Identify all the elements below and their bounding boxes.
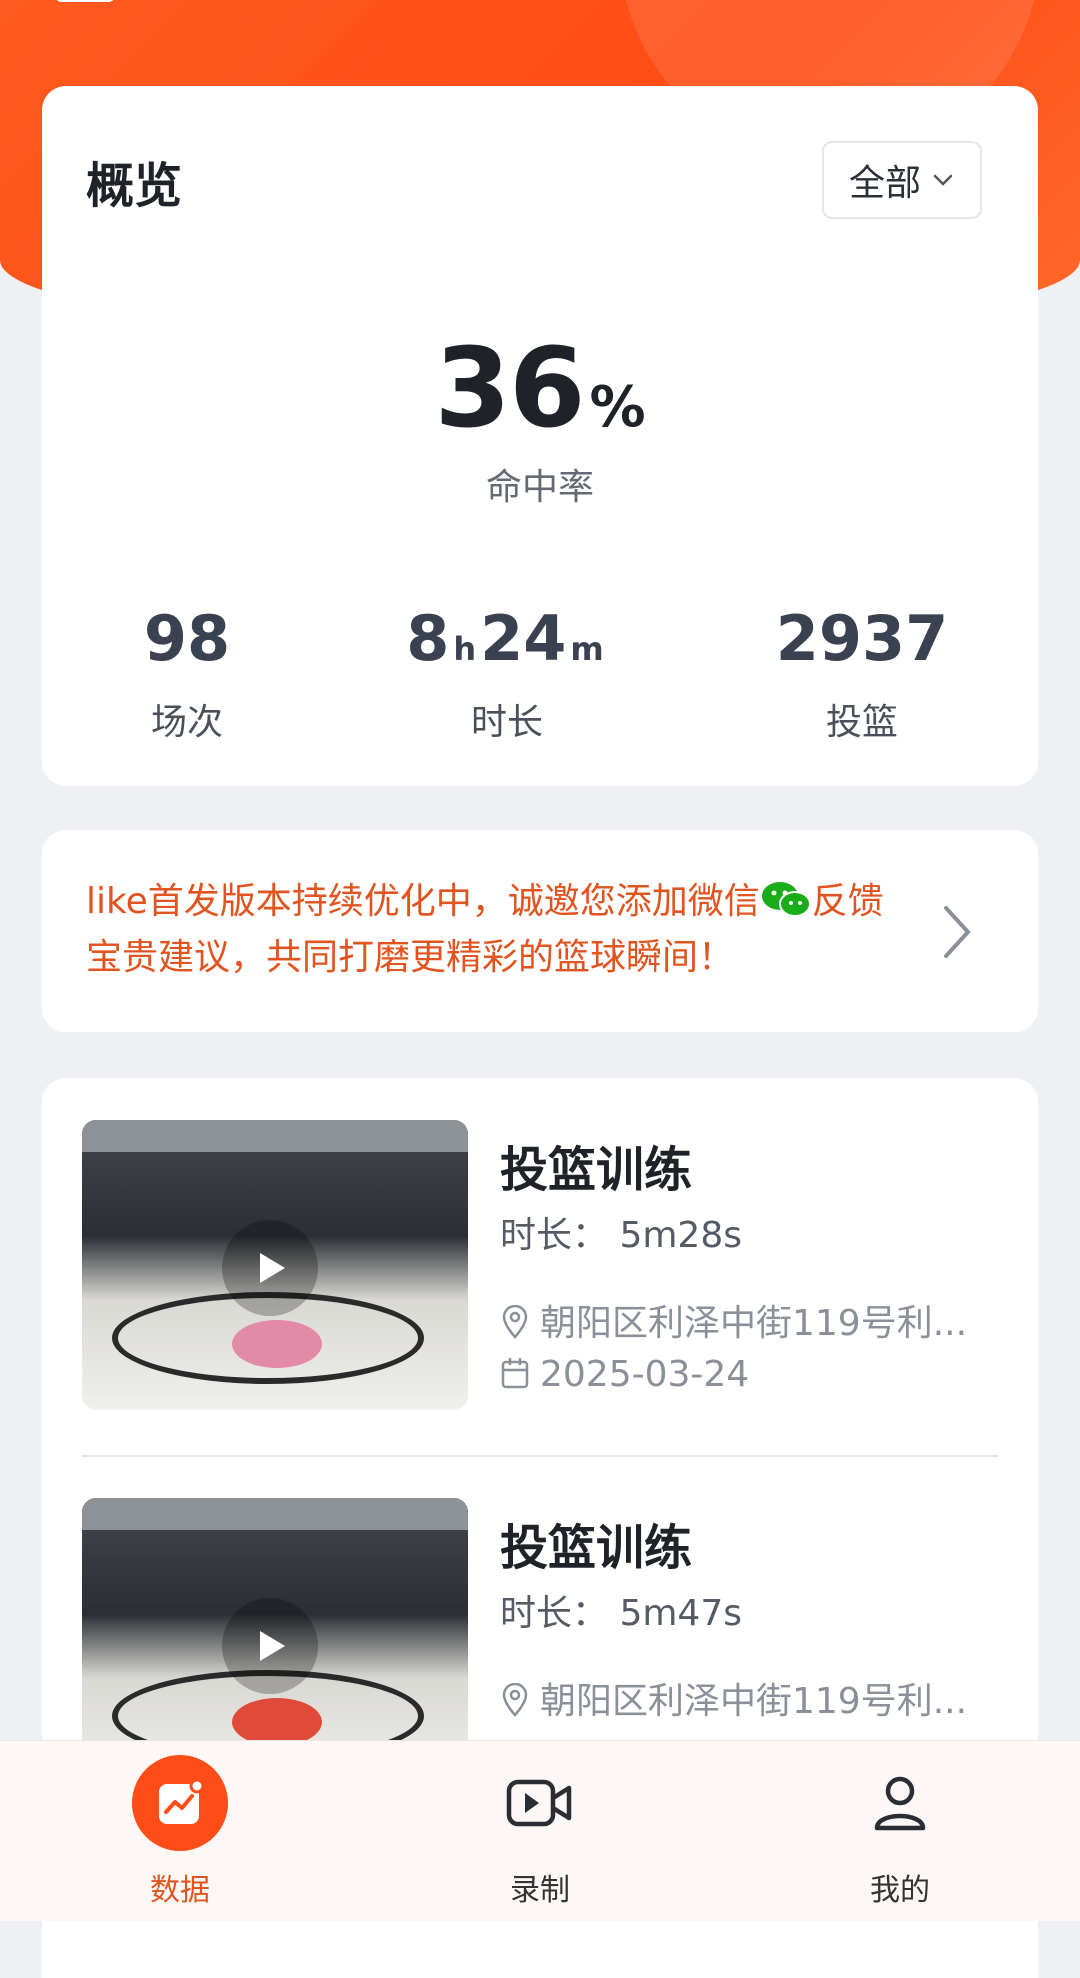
duration-label: 时长 — [470, 702, 543, 743]
hit-rate-label: 命中率 — [485, 467, 594, 508]
location-text: 朝阳区利泽中街119号利... — [540, 1303, 968, 1344]
video-thumbnail[interactable] — [82, 1120, 468, 1410]
games-label: 场次 — [150, 702, 223, 743]
shots-label: 投篮 — [825, 702, 898, 743]
tab-profile[interactable]: 我的 — [800, 1755, 1000, 1909]
chart-icon — [132, 1755, 228, 1851]
duration-hours-unit: h — [453, 630, 477, 668]
session-date: 2025-03-24 — [500, 1354, 749, 1395]
location-text: 朝阳区利泽中街119号利... — [540, 1681, 968, 1722]
overview-title: 概览 — [86, 158, 183, 214]
date-text: 2025-03-24 — [540, 1354, 750, 1395]
tab-record[interactable]: 录制 — [440, 1755, 640, 1909]
stat-shots: 2937 投篮 — [732, 602, 992, 745]
chevron-down-icon — [933, 174, 953, 186]
bottom-tab-bar: 数据 录制 我的 — [0, 1740, 1080, 1921]
location-pin-icon — [502, 1304, 528, 1339]
session-item[interactable]: 投篮训练 时长： 5m28s 朝阳区利泽中街119号利... 2025-03-2… — [82, 1120, 998, 1420]
play-icon[interactable] — [222, 1220, 318, 1316]
tab-label: 我的 — [870, 1873, 930, 1908]
session-location: 朝阳区利泽中街119号利... — [500, 1294, 967, 1346]
feedback-notice[interactable]: like首发版本持续优化中，诚邀您添加微信 反馈宝贵建议，共同打磨更精彩的篮球瞬间… — [42, 830, 1038, 1032]
hit-rate-unit: % — [589, 375, 646, 440]
location-pin-icon — [502, 1682, 528, 1717]
duration-hours: 8 — [406, 602, 450, 675]
overview-card: 概览 全部 36% 命中率 98 场次 8 h24 m 时长 2937 投篮 — [42, 86, 1038, 786]
hit-rate-value: 36 — [434, 324, 585, 452]
calendar-icon — [501, 1358, 529, 1389]
play-icon[interactable] — [222, 1598, 318, 1694]
user-icon — [852, 1755, 948, 1851]
wechat-icon — [761, 882, 811, 917]
shots-value: 2937 — [775, 602, 949, 675]
session-location: 朝阳区利泽中街119号利... — [500, 1672, 967, 1724]
session-title: 投篮训练 — [500, 1142, 693, 1198]
games-value: 98 — [143, 602, 231, 675]
session-duration: 时长： 5m28s — [500, 1215, 742, 1256]
notice-text-part1: like首发版本持续优化中，诚邀您添加微信 — [86, 881, 760, 922]
top-icon — [54, 0, 116, 2]
video-icon — [492, 1755, 588, 1851]
session-title: 投篮训练 — [500, 1520, 693, 1576]
duration-minutes: 24 — [480, 602, 567, 675]
stat-games: 98 场次 — [82, 602, 292, 745]
chevron-right-icon — [944, 906, 971, 958]
notice-text: like首发版本持续优化中，诚邀您添加微信 反馈宝贵建议，共同打磨更精彩的篮球瞬间… — [86, 874, 916, 986]
filter-dropdown[interactable]: 全部 — [822, 141, 982, 219]
tab-data[interactable]: 数据 — [80, 1755, 280, 1909]
tab-label: 数据 — [150, 1873, 210, 1908]
tab-label: 录制 — [510, 1873, 570, 1908]
hit-rate: 36% — [42, 324, 1038, 452]
divider — [82, 1455, 998, 1457]
filter-label: 全部 — [848, 163, 921, 204]
session-duration: 时长： 5m47s — [500, 1593, 742, 1634]
duration-minutes-unit: m — [570, 630, 604, 668]
stat-duration: 8 h24 m 时长 — [357, 602, 657, 745]
